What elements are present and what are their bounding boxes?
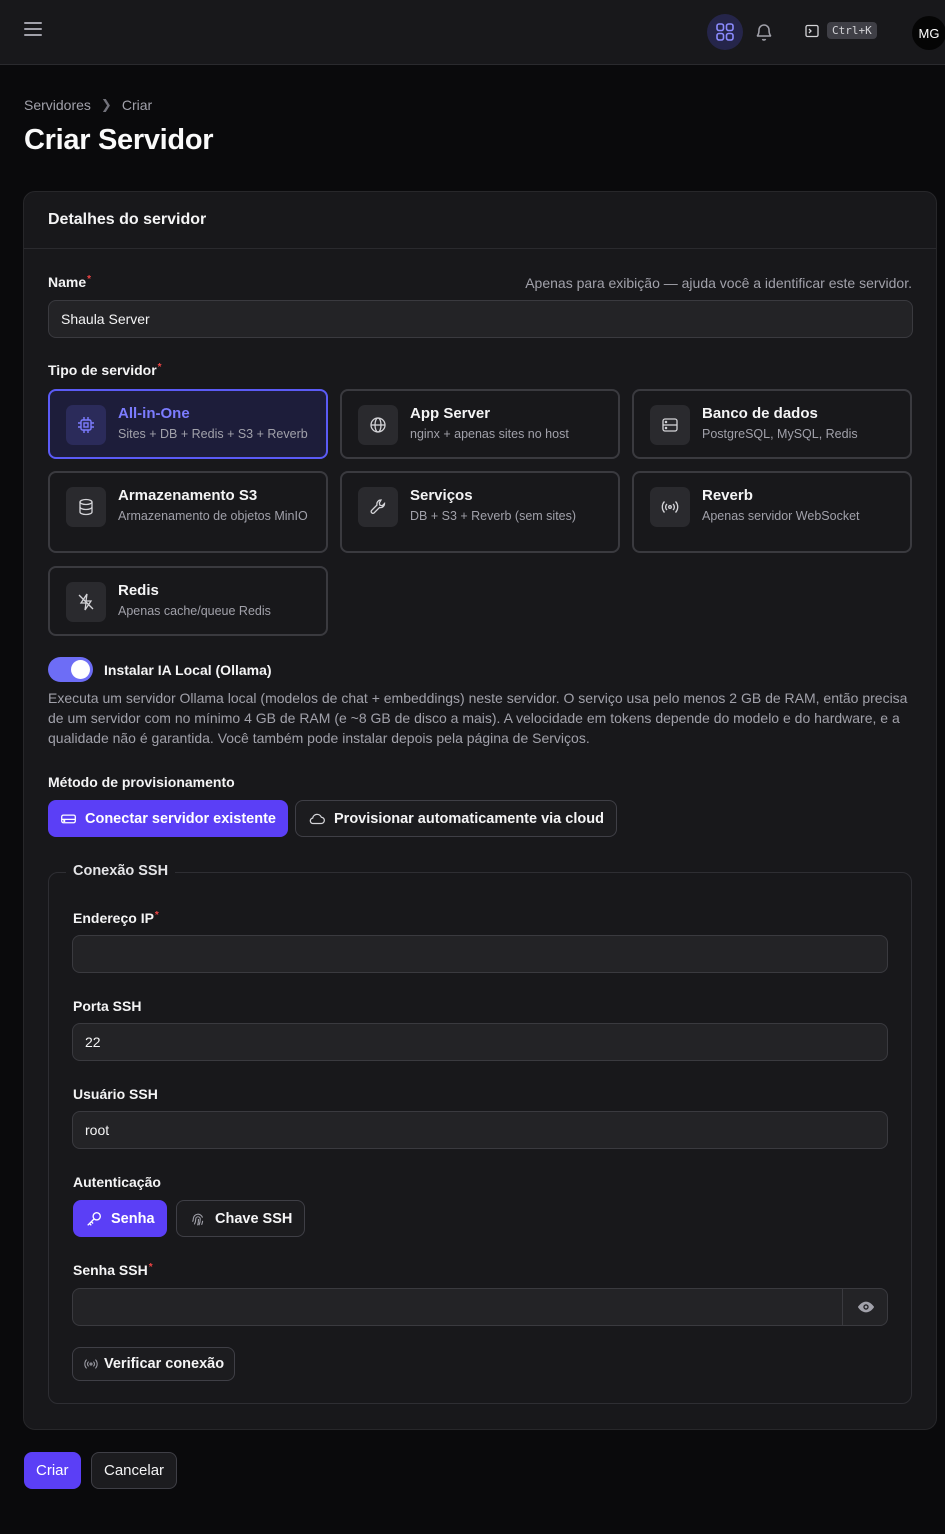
- auth-key-button[interactable]: Chave SSH: [176, 1200, 306, 1237]
- server-type-title: App Server: [410, 405, 491, 422]
- cloud-icon: [309, 813, 325, 824]
- breadcrumb-servers[interactable]: Servidores: [24, 97, 91, 113]
- auth-password-label: Senha: [111, 1210, 155, 1227]
- bell-icon: [756, 24, 772, 41]
- server-type-title: All-in-One: [118, 405, 190, 422]
- provisioning-label: Método de provisionamento: [48, 774, 235, 790]
- ollama-toggle[interactable]: [48, 657, 93, 682]
- create-label: Criar: [36, 1462, 69, 1479]
- server-type-label: Tipo de servidor*: [48, 362, 162, 378]
- notifications-button[interactable]: [750, 18, 778, 46]
- required-marker: *: [87, 274, 92, 285]
- top-bar: Ctrl+K MG: [0, 0, 945, 65]
- key-icon: [87, 1211, 101, 1226]
- avatar[interactable]: MG: [912, 16, 945, 50]
- server-type-title: Reverb: [702, 487, 753, 504]
- server-type-services[interactable]: Serviços DB + S3 + Reverb (sem sites): [340, 471, 620, 553]
- server-type-subtitle: Sites + DB + Redis + S3 + Reverb: [118, 427, 308, 441]
- create-button[interactable]: Criar: [24, 1452, 81, 1489]
- server-type-subtitle: Armazenamento de objetos MinIO: [118, 509, 308, 523]
- broadcast-icon: [650, 487, 690, 527]
- auth-label: Autenticação: [73, 1174, 161, 1190]
- zap-off-icon: [66, 582, 106, 622]
- ip-label-text: Endereço IP: [73, 910, 154, 926]
- server-type-reverb[interactable]: Reverb Apenas servidor WebSocket: [632, 471, 912, 553]
- ollama-description: Executa um servidor Ollama local (modelo…: [48, 690, 908, 746]
- database-icon: [66, 487, 106, 527]
- grid-icon: [716, 23, 734, 41]
- shortcut-badge: Ctrl+K: [827, 22, 877, 39]
- server-type-title: Banco de dados: [702, 405, 818, 422]
- port-input[interactable]: 22: [72, 1023, 888, 1061]
- server-type-subtitle: Apenas servidor WebSocket: [702, 509, 860, 523]
- server-type-subtitle: Apenas cache/queue Redis: [118, 604, 271, 618]
- toggle-knob: [71, 660, 90, 679]
- server-type-title: Armazenamento S3: [118, 487, 258, 504]
- wrench-icon: [358, 487, 398, 527]
- connect-existing-label: Conectar servidor existente: [85, 810, 276, 827]
- server-type-database[interactable]: Banco de dados PostgreSQL, MySQL, Redis: [632, 389, 912, 459]
- server-type-title: Redis: [118, 582, 159, 599]
- connect-existing-button[interactable]: Conectar servidor existente: [48, 800, 288, 837]
- server-type-subtitle: PostgreSQL, MySQL, Redis: [702, 427, 858, 441]
- port-label: Porta SSH: [73, 998, 142, 1014]
- terminal-icon: [805, 24, 819, 37]
- globe-icon: [358, 405, 398, 445]
- user-input[interactable]: root: [72, 1111, 888, 1149]
- auth-password-button[interactable]: Senha: [73, 1200, 167, 1237]
- auth-key-label: Chave SSH: [215, 1210, 293, 1227]
- password-label-text: Senha SSH: [73, 1262, 148, 1278]
- verify-connection-button[interactable]: Verificar conexão: [72, 1347, 236, 1381]
- name-label: Name*: [48, 274, 91, 290]
- name-input[interactable]: Shaula Server: [48, 300, 913, 338]
- required-marker: *: [148, 1262, 153, 1273]
- ip-label: Endereço IP*: [73, 910, 159, 926]
- required-marker: *: [157, 362, 162, 373]
- server-type-s3-storage[interactable]: Armazenamento S3 Armazenamento de objeto…: [48, 471, 328, 553]
- server-type-app-server[interactable]: App Server nginx + apenas sites no host: [340, 389, 620, 459]
- fingerprint-icon: [192, 1213, 204, 1226]
- card-title: Detalhes do servidor: [24, 192, 936, 249]
- show-password-button[interactable]: [842, 1288, 888, 1325]
- cancel-label: Cancelar: [104, 1462, 165, 1479]
- server-icon: [650, 405, 690, 445]
- page-title: Criar Servidor: [24, 124, 214, 156]
- command-palette-button[interactable]: Ctrl+K: [805, 22, 877, 39]
- eye-icon: [857, 1301, 874, 1312]
- menu-icon[interactable]: [24, 22, 44, 42]
- cancel-button[interactable]: Cancelar: [91, 1452, 178, 1489]
- ip-input[interactable]: [72, 935, 888, 973]
- chevron-right-icon: ❯: [100, 97, 112, 112]
- cpu-icon: [66, 405, 106, 445]
- server-type-subtitle: DB + S3 + Reverb (sem sites): [410, 509, 577, 523]
- ssh-legend: Conexão SSH: [66, 863, 176, 879]
- server-type-label-text: Tipo de servidor: [48, 362, 157, 378]
- server-type-redis[interactable]: Redis Apenas cache/queue Redis: [48, 566, 328, 636]
- name-label-text: Name: [48, 274, 87, 290]
- apps-button[interactable]: [707, 14, 743, 50]
- broadcast-icon: [84, 1359, 98, 1369]
- server-icon: [61, 814, 76, 824]
- name-hint: Apenas para exibição — ajuda você a iden…: [525, 275, 912, 291]
- server-type-title: Serviços: [410, 487, 473, 504]
- verify-connection-label: Verificar conexão: [104, 1356, 225, 1372]
- required-marker: *: [154, 910, 159, 921]
- ollama-label: Instalar IA Local (Ollama): [104, 662, 272, 678]
- breadcrumb: Servidores ❯ Criar: [24, 97, 152, 113]
- auto-cloud-label: Provisionar automaticamente via cloud: [334, 810, 604, 827]
- password-label: Senha SSH*: [73, 1262, 153, 1278]
- server-type-all-in-one[interactable]: All-in-One Sites + DB + Redis + S3 + Rev…: [48, 389, 328, 459]
- password-input[interactable]: [72, 1288, 888, 1326]
- breadcrumb-create: Criar: [121, 97, 153, 113]
- auto-cloud-button[interactable]: Provisionar automaticamente via cloud: [295, 800, 617, 837]
- user-label: Usuário SSH: [73, 1086, 158, 1102]
- server-type-subtitle: nginx + apenas sites no host: [410, 427, 569, 441]
